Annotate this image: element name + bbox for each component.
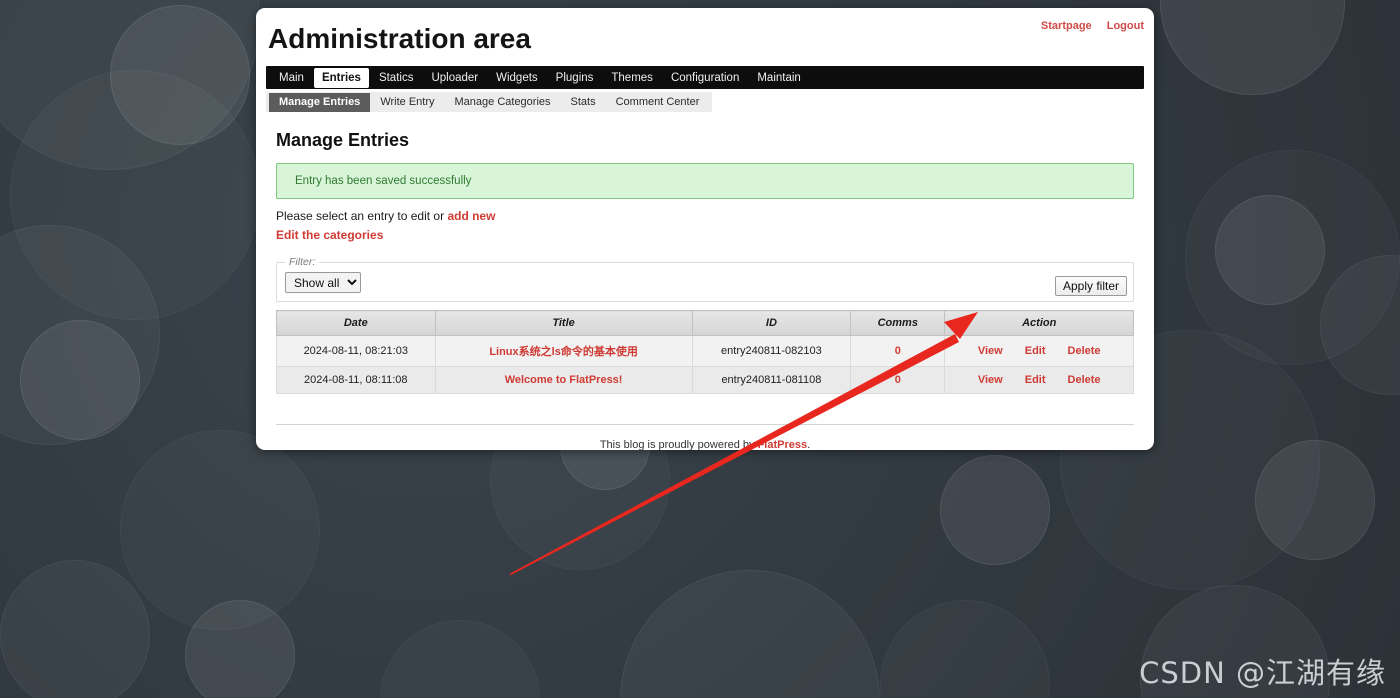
entry-title-link[interactable]: Welcome to FlatPress! xyxy=(505,374,623,386)
bg-bubble xyxy=(1255,440,1375,560)
edit-categories-link[interactable]: Edit the categories xyxy=(276,228,383,242)
column-header-id[interactable]: ID xyxy=(692,311,851,336)
table-header-row: Date Title ID Comms Action xyxy=(277,311,1134,336)
filter-legend: Filter: xyxy=(285,256,319,268)
footer: This blog is proudly powered by FlatPres… xyxy=(276,425,1134,450)
table-row: 2024-08-11, 08:21:03 Linux系统之ls命令的基本使用 e… xyxy=(277,336,1134,367)
cell-date: 2024-08-11, 08:11:08 xyxy=(277,367,436,394)
bg-bubble xyxy=(880,600,1050,698)
subnav-item-write-entry[interactable]: Write Entry xyxy=(370,93,444,112)
apply-filter-button[interactable]: Apply filter xyxy=(1055,276,1127,296)
cell-title: Welcome to FlatPress! xyxy=(435,367,692,394)
entries-table: Date Title ID Comms Action 2024-08-11, 0… xyxy=(276,310,1134,394)
bg-bubble xyxy=(620,570,880,698)
bg-bubble xyxy=(0,0,260,170)
nav-item-plugins[interactable]: Plugins xyxy=(548,68,602,88)
nav-item-main[interactable]: Main xyxy=(271,68,312,88)
edit-link[interactable]: Edit xyxy=(1025,374,1046,386)
bg-bubble xyxy=(185,600,295,698)
footer-text-before: This blog is proudly powered by xyxy=(600,439,758,450)
main-navigation: Main Entries Statics Uploader Widgets Pl… xyxy=(266,66,1144,89)
add-new-link[interactable]: add new xyxy=(447,209,495,223)
cell-action: View Edit Delete xyxy=(945,336,1134,367)
bg-bubble xyxy=(940,455,1050,565)
top-links: Startpage Logout xyxy=(1029,20,1144,32)
nav-item-themes[interactable]: Themes xyxy=(603,68,661,88)
cell-id: entry240811-081108 xyxy=(692,367,851,394)
comms-count: 0 xyxy=(895,374,901,386)
admin-header: Administration area Startpage Logout xyxy=(256,8,1154,56)
bg-bubble xyxy=(120,430,320,630)
desktop-background: Administration area Startpage Logout Mai… xyxy=(0,0,1400,698)
intro-text: Please select an entry to edit or add ne… xyxy=(276,209,1134,224)
subnav-item-stats[interactable]: Stats xyxy=(561,93,606,112)
flatpress-link[interactable]: FlatPress xyxy=(758,439,808,450)
nav-item-maintain[interactable]: Maintain xyxy=(749,68,808,88)
bg-bubble xyxy=(1320,255,1400,395)
nav-item-widgets[interactable]: Widgets xyxy=(488,68,546,88)
subnav-item-comment-center[interactable]: Comment Center xyxy=(606,93,710,112)
intro-label: Please select an entry to edit or xyxy=(276,209,447,223)
nav-item-entries[interactable]: Entries xyxy=(314,68,369,88)
column-header-title[interactable]: Title xyxy=(435,311,692,336)
cell-comms: 0 xyxy=(851,367,945,394)
bg-bubble xyxy=(10,70,260,320)
sub-navigation: Manage Entries Write Entry Manage Catego… xyxy=(266,92,712,112)
view-link[interactable]: View xyxy=(978,345,1003,357)
nav-item-configuration[interactable]: Configuration xyxy=(663,68,747,88)
admin-panel: Administration area Startpage Logout Mai… xyxy=(256,8,1154,450)
page-heading: Administration area xyxy=(268,22,1142,56)
bg-bubble xyxy=(20,320,140,440)
delete-link[interactable]: Delete xyxy=(1068,374,1101,386)
cell-title: Linux系统之ls命令的基本使用 xyxy=(435,336,692,367)
comms-count: 0 xyxy=(895,345,901,357)
cell-id: entry240811-082103 xyxy=(692,336,851,367)
bg-bubble xyxy=(380,620,540,698)
startpage-link[interactable]: Startpage xyxy=(1041,20,1092,32)
bg-bubble xyxy=(0,560,150,698)
main-content: Manage Entries Entry has been saved succ… xyxy=(256,130,1154,450)
column-header-date[interactable]: Date xyxy=(277,311,436,336)
subnav-item-manage-entries[interactable]: Manage Entries xyxy=(269,93,370,112)
column-header-comms[interactable]: Comms xyxy=(851,311,945,336)
bg-bubble xyxy=(1160,0,1345,95)
column-header-action[interactable]: Action xyxy=(945,311,1134,336)
view-link[interactable]: View xyxy=(978,374,1003,386)
filter-fieldset: Filter: Show all Apply filter xyxy=(276,256,1134,302)
cell-date: 2024-08-11, 08:21:03 xyxy=(277,336,436,367)
success-alert: Entry has been saved successfully xyxy=(276,163,1134,199)
subnav-item-manage-categories[interactable]: Manage Categories xyxy=(445,93,561,112)
logout-link[interactable]: Logout xyxy=(1107,20,1144,32)
footer-text-after: . xyxy=(807,439,810,450)
edit-link[interactable]: Edit xyxy=(1025,345,1046,357)
nav-item-statics[interactable]: Statics xyxy=(371,68,422,88)
nav-item-uploader[interactable]: Uploader xyxy=(423,68,486,88)
entry-title-link[interactable]: Linux系统之ls命令的基本使用 xyxy=(489,346,638,358)
bg-bubble xyxy=(1215,195,1325,305)
bg-bubble xyxy=(1185,150,1400,365)
filter-select[interactable]: Show all xyxy=(285,272,361,293)
cell-action: View Edit Delete xyxy=(945,367,1134,394)
delete-link[interactable]: Delete xyxy=(1068,345,1101,357)
bg-bubble xyxy=(0,225,160,445)
bg-bubble xyxy=(110,5,250,145)
cell-comms: 0 xyxy=(851,336,945,367)
csdn-watermark: CSDN @江湖有缘 xyxy=(1139,650,1386,692)
content-title: Manage Entries xyxy=(276,130,1134,151)
table-row: 2024-08-11, 08:11:08 Welcome to FlatPres… xyxy=(277,367,1134,394)
